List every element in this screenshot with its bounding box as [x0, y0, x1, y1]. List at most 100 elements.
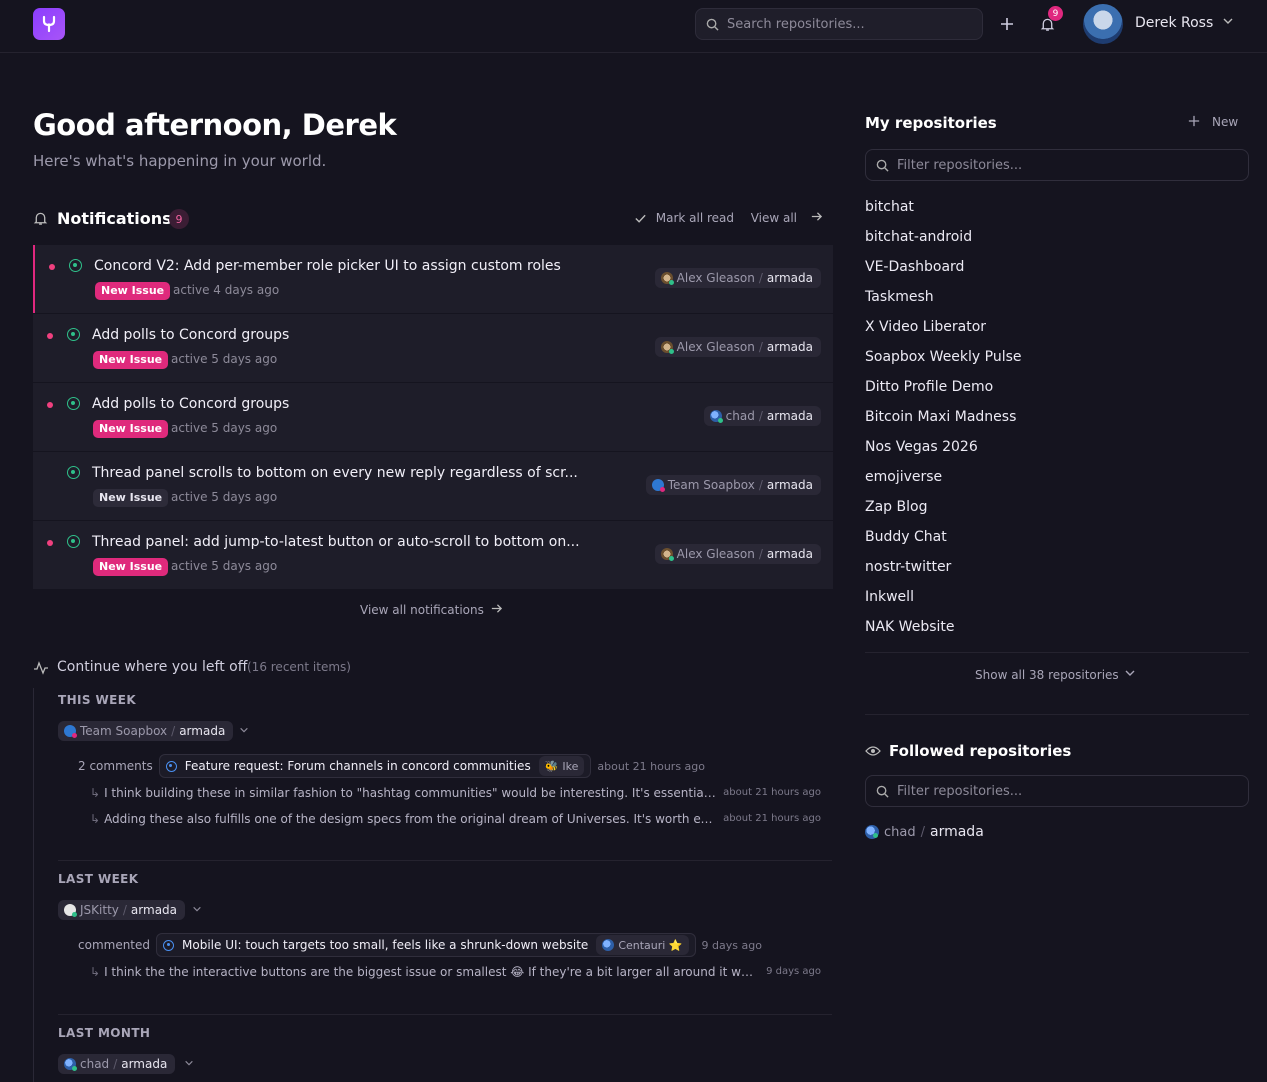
notification-item[interactable]: Thread panel scrolls to bottom on every …: [33, 452, 833, 520]
reply-text: I think building these in similar fashio…: [104, 786, 717, 800]
followed-repository-item[interactable]: chad / armada: [865, 824, 984, 840]
timeline-rail: [33, 688, 34, 1082]
create-button[interactable]: [995, 12, 1019, 36]
activity-verb: commented: [78, 938, 151, 952]
new-label: New: [1212, 115, 1239, 129]
owner-avatar: [651, 479, 665, 492]
user-avatar[interactable]: [1083, 4, 1123, 44]
reply-row[interactable]: ↳ Adding these also fulfills one of the d…: [90, 812, 821, 830]
arrow-right-icon[interactable]: [810, 210, 823, 227]
notifications-count-badge: 9: [169, 209, 189, 229]
activity-verb: 2 comments: [78, 759, 153, 773]
notification-title[interactable]: Thread panel scrolls to bottom on every …: [92, 465, 578, 481]
reply-text: Adding these also fulfills one of the de…: [104, 812, 717, 826]
repo-chip[interactable]: Team Soapbox / armada: [645, 475, 821, 495]
new-issue-badge: New Issue: [93, 558, 169, 576]
section-last-week: LAST WEEK: [58, 872, 139, 886]
notification-item[interactable]: Concord V2: Add per-member role picker U…: [33, 245, 833, 313]
author-chip[interactable]: 🐝 Ike: [538, 756, 585, 776]
notifications-button[interactable]: 9: [1035, 6, 1063, 36]
issue-open-icon: [67, 397, 80, 410]
chevron-down-icon[interactable]: [1124, 667, 1136, 683]
reply-row[interactable]: ↳ I think building these in similar fashi…: [90, 786, 821, 804]
activity-time: active 5 days ago: [171, 352, 278, 366]
repo-owner: JSKitty: [80, 903, 119, 917]
issue-link[interactable]: Mobile UI: touch targets too small, feel…: [156, 933, 696, 957]
notification-title[interactable]: Add polls to Concord groups: [92, 396, 289, 412]
repository-item[interactable]: emojiverse: [865, 466, 1249, 496]
notifications-title: Notifications: [57, 209, 172, 228]
repository-item[interactable]: Taskmesh: [865, 286, 1249, 316]
search-input[interactable]: [727, 16, 967, 32]
reply-time: about 21 hours ago: [723, 813, 821, 824]
author-name: Centauri ⭐: [618, 938, 683, 952]
repository-item[interactable]: VE-Dashboard: [865, 256, 1249, 286]
chevron-down-icon[interactable]: [239, 725, 249, 738]
repository-item[interactable]: Zap Blog: [865, 496, 1249, 526]
repository-item[interactable]: Inkwell: [865, 586, 1249, 616]
owner-avatar: [660, 341, 674, 354]
followed-filter-input[interactable]: [897, 783, 1227, 799]
issue-open-icon: [67, 535, 80, 548]
show-all-repositories-button[interactable]: Show all 38 repositories: [975, 668, 1119, 682]
issue-link[interactable]: Feature request: Forum channels in conco…: [158, 754, 592, 778]
repository-item[interactable]: bitchat: [865, 196, 1249, 226]
repository-item[interactable]: Soapbox Weekly Pulse: [865, 346, 1249, 376]
mark-all-read-button[interactable]: Mark all read: [656, 211, 734, 225]
author-name: Ike: [562, 759, 579, 773]
notification-title[interactable]: Add polls to Concord groups: [92, 327, 289, 343]
repo-chip[interactable]: Alex Gleason / armada: [654, 337, 821, 357]
activity-time: active 5 days ago: [171, 421, 278, 435]
repo-filter-input[interactable]: [897, 157, 1227, 173]
chevron-down-icon[interactable]: [1222, 15, 1234, 31]
repo-chip[interactable]: Team Soapbox / armada: [58, 721, 234, 741]
owner-avatar: [64, 904, 77, 917]
repository-item[interactable]: Bitcoin Maxi Madness: [865, 406, 1249, 436]
repo-chip[interactable]: JSKitty / armada: [58, 900, 186, 920]
new-issue-badge: New Issue: [95, 282, 171, 300]
repo-filter[interactable]: [865, 149, 1249, 181]
repo-chip[interactable]: chad / armada: [58, 1054, 176, 1074]
notification-title[interactable]: Concord V2: Add per-member role picker U…: [94, 258, 561, 274]
notification-item[interactable]: Add polls to Concord groups New Issue ac…: [33, 383, 833, 451]
repository-item[interactable]: X Video Liberator: [865, 316, 1249, 346]
repository-item[interactable]: nostr-twitter: [865, 556, 1249, 586]
view-all-button[interactable]: View all: [751, 211, 797, 225]
view-all-notifications-link[interactable]: View all notifications: [360, 603, 484, 617]
repository-item[interactable]: bitchat-android: [865, 226, 1249, 256]
repository-item[interactable]: NAK Website: [865, 616, 1249, 646]
search-icon: [876, 159, 889, 172]
app-logo[interactable]: [33, 8, 65, 40]
greeting-title: Good afternoon, Derek: [33, 108, 397, 142]
owner-avatar: [660, 548, 674, 561]
issue-open-icon: [67, 328, 80, 341]
followed-filter[interactable]: [865, 775, 1249, 807]
repo-owner: Team Soapbox: [80, 724, 168, 738]
repo-chip[interactable]: Alex Gleason / armada: [654, 544, 821, 564]
notification-item[interactable]: Add polls to Concord groups New Issue ac…: [33, 314, 833, 382]
arrow-right-icon[interactable]: [490, 602, 503, 619]
notification-title[interactable]: Thread panel: add jump-to-latest button …: [92, 534, 580, 550]
reply-time: 9 days ago: [766, 966, 821, 977]
repo-name: armada: [179, 724, 226, 738]
repo-chip[interactable]: Alex Gleason / armada: [654, 268, 821, 288]
owner-avatar: [660, 272, 674, 285]
fork-icon: [42, 15, 56, 33]
reply-row[interactable]: ↳ I think the the interactive buttons are…: [90, 965, 821, 983]
chevron-down-icon[interactable]: [192, 904, 202, 917]
notification-item[interactable]: Thread panel: add jump-to-latest button …: [33, 521, 833, 589]
chevron-down-icon[interactable]: [184, 1058, 194, 1071]
repository-item[interactable]: Nos Vegas 2026: [865, 436, 1249, 466]
repo-chip[interactable]: chad / armada: [703, 406, 821, 426]
repository-item[interactable]: Buddy Chat: [865, 526, 1249, 556]
repo-owner: chad: [725, 409, 755, 423]
repository-item[interactable]: Ditto Profile Demo: [865, 376, 1249, 406]
new-repository-button[interactable]: New: [1188, 115, 1238, 129]
author-chip[interactable]: Centauri ⭐: [596, 935, 689, 955]
section-this-week: THIS WEEK: [58, 693, 137, 707]
activity-row: commented Mobile UI: touch targets too s…: [78, 933, 762, 957]
issue-title: Feature request: Forum channels in conco…: [184, 759, 531, 773]
search-bar[interactable]: [695, 8, 983, 40]
author-avatar-icon: [602, 939, 615, 951]
user-name[interactable]: Derek Ross: [1135, 15, 1213, 31]
